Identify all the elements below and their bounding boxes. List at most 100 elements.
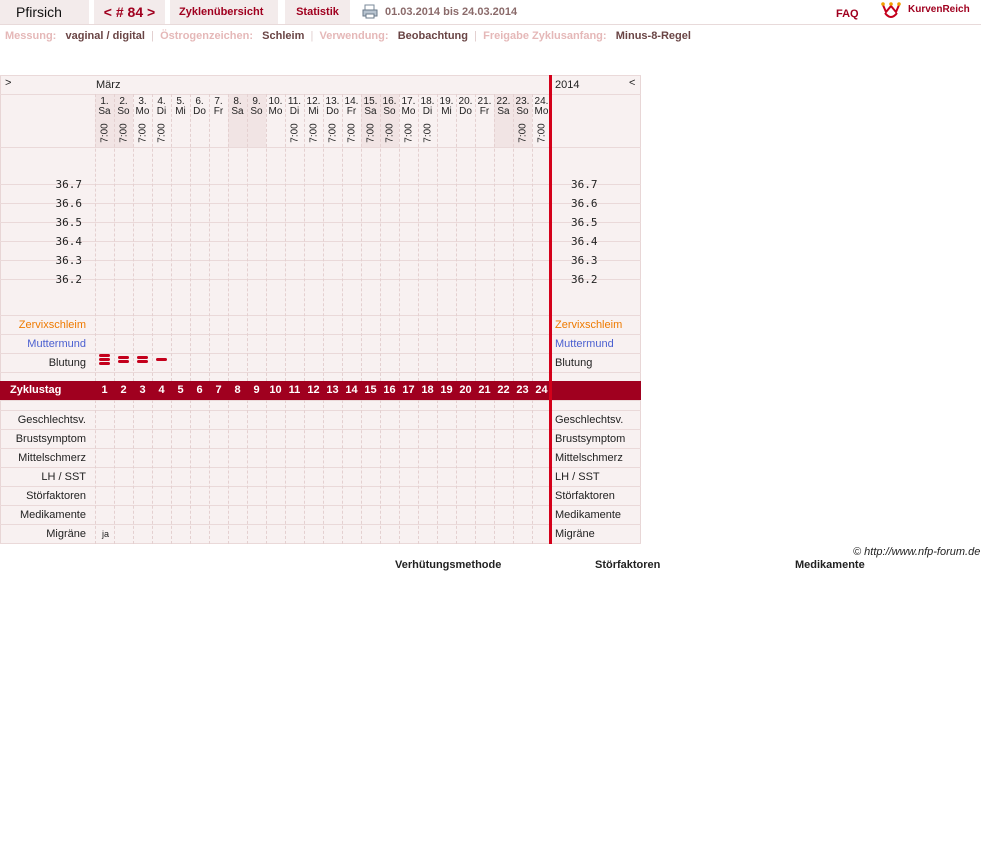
time-value: 7:00 — [346, 123, 357, 143]
day-weekday: Do — [193, 106, 206, 117]
row-label-right: Blutung — [555, 357, 593, 369]
grid-line — [0, 241, 641, 242]
blutung-mark[interactable] — [99, 361, 110, 365]
blutung-mark[interactable] — [137, 355, 148, 359]
grid-column-line — [114, 400, 115, 544]
faq-link[interactable]: FAQ — [836, 8, 859, 20]
cycle-day-number: 19 — [440, 384, 453, 396]
copyright[interactable]: © http://www.nfp-forum.de — [853, 546, 980, 558]
day-weekday: Fr — [346, 106, 357, 117]
tab-zyklenuebersicht[interactable]: Zyklenübersicht — [170, 0, 278, 24]
cycle-day-number: 10 — [269, 384, 282, 396]
blutung-mark[interactable] — [137, 359, 148, 363]
temperature-label-right: 36.5 — [571, 216, 598, 229]
info-separator: | — [307, 30, 317, 42]
grid-column-line — [247, 94, 248, 381]
row-label: Geschlechtsv. — [17, 414, 86, 426]
nav-prev-button[interactable]: > — [5, 77, 11, 89]
day-weekday: Di — [156, 106, 167, 117]
tab-statistik[interactable]: Statistik — [285, 0, 350, 24]
grid-column-line — [152, 400, 153, 544]
row-label: Störfaktoren — [26, 490, 86, 502]
grid-column-line — [133, 400, 134, 544]
temperature-label: 36.4 — [55, 235, 83, 248]
day-weekday: Sa — [364, 106, 377, 117]
day-weekday: Mi — [308, 106, 319, 117]
day-weekday: Mi — [441, 106, 452, 117]
migraene-day1-value[interactable]: ja — [102, 529, 109, 539]
grid-column-line — [532, 400, 533, 544]
row-label-right: Medikamente — [555, 509, 622, 521]
info-separator: | — [471, 30, 481, 42]
grid-line — [0, 467, 641, 468]
grid-line — [0, 260, 641, 261]
grid-column-line — [456, 400, 457, 544]
grid-line — [0, 94, 641, 95]
blutung-mark[interactable] — [156, 357, 167, 361]
messung-label: Messung: — [5, 30, 57, 42]
day-weekday: So — [117, 106, 130, 117]
grid-line — [0, 486, 641, 487]
day-time: 7:00 — [418, 118, 437, 148]
temperature-label-right: 36.6 — [571, 197, 598, 210]
time-value: 7:00 — [403, 123, 414, 143]
grid-column-line — [456, 94, 457, 381]
row-label: Brustsymptom — [15, 433, 86, 445]
day-weekday: Di — [289, 106, 300, 117]
grid-column-line — [190, 400, 191, 544]
grid-line — [0, 410, 641, 411]
crown-heart-icon — [881, 2, 901, 18]
blutung-mark[interactable] — [118, 355, 129, 359]
logo-text: KurvenReich — [908, 4, 970, 15]
grid-column-line — [228, 400, 229, 544]
blutung-mark[interactable] — [118, 359, 129, 363]
blutung-mark[interactable] — [99, 353, 110, 357]
verwendung-value: Beobachtung — [397, 30, 468, 42]
grid-column-line — [266, 400, 267, 544]
cycle-day-number: 14 — [345, 384, 358, 396]
day-time: 7:00 — [304, 118, 323, 148]
grid-column-line — [95, 400, 96, 544]
cycle-day-number: 21 — [478, 384, 491, 396]
time-value: 7:00 — [99, 123, 110, 143]
cycle-navigation[interactable]: < # 84 > — [94, 0, 165, 24]
grid-line — [0, 372, 641, 373]
day-time: 7:00 — [95, 118, 114, 148]
cycle-day-number: 7 — [215, 384, 222, 396]
year-label: 2014 — [555, 79, 580, 91]
grid-column-line — [475, 400, 476, 544]
grid-column-line — [304, 400, 305, 544]
day-weekday: Fr — [213, 106, 224, 117]
header-bar: Pfirsich < # 84 > Zyklenübersicht Statis… — [0, 0, 981, 25]
grid-column-line — [285, 400, 286, 544]
printer-icon[interactable] — [362, 4, 378, 19]
temperature-label-right: 36.7 — [571, 178, 598, 191]
cycle-day-number: 16 — [383, 384, 396, 396]
time-value: 7:00 — [308, 123, 319, 143]
day-weekday: Sa — [231, 106, 244, 117]
day-weekday: Mi — [175, 106, 186, 117]
day-time: 7:00 — [513, 118, 532, 148]
grid-column-line — [190, 94, 191, 381]
cycle-day-number: 23 — [516, 384, 529, 396]
grid-column-line — [494, 400, 495, 544]
row-label-right: Geschlechtsv. — [555, 414, 624, 426]
day-weekday: Do — [459, 106, 472, 117]
cycle-day-number: 15 — [364, 384, 377, 396]
blutung-mark[interactable] — [99, 357, 110, 361]
grid-line — [0, 315, 641, 316]
grid-line — [0, 222, 641, 223]
cycle-day-number: 4 — [158, 384, 165, 396]
cycle-day-number: 13 — [326, 384, 339, 396]
day-time: 7:00 — [152, 118, 171, 148]
day-time: 7:00 — [133, 118, 152, 148]
grid-line — [0, 203, 641, 204]
time-value: 7:00 — [365, 123, 376, 143]
cycle-day-number: 17 — [402, 384, 415, 396]
nav-next-button[interactable]: < — [629, 77, 635, 89]
grid-column-line — [437, 400, 438, 544]
cycle-day-number: 6 — [196, 384, 203, 396]
time-value: 7:00 — [137, 123, 148, 143]
grid-column-line — [209, 400, 210, 544]
time-value: 7:00 — [327, 123, 338, 143]
